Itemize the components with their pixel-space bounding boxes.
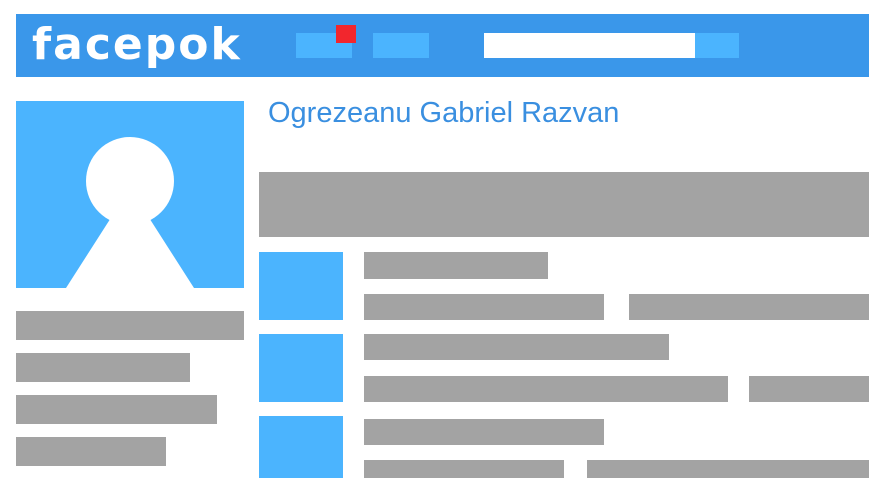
profile-info-line — [16, 395, 217, 424]
profile-info-line — [16, 437, 166, 466]
feed-item-thumbnail[interactable] — [259, 416, 343, 478]
app-logo[interactable]: facepok — [32, 17, 242, 73]
feed-item-title-line — [364, 252, 548, 279]
profile-name[interactable]: Ogrezeanu Gabriel Razvan — [268, 96, 619, 130]
feed-item-title-line — [364, 334, 669, 360]
feed-item-text-line — [749, 376, 869, 402]
notification-badge[interactable] — [336, 25, 356, 43]
user-silhouette-icon — [66, 137, 194, 288]
search-input[interactable] — [484, 33, 695, 58]
feed-item-thumbnail[interactable] — [259, 252, 343, 320]
status-composer[interactable] — [259, 172, 869, 237]
search-button[interactable] — [695, 33, 739, 58]
profile-avatar[interactable] — [16, 101, 244, 288]
nav-button-messages[interactable] — [373, 33, 429, 58]
feed-item-text-line — [587, 460, 869, 478]
feed-item-text-line — [629, 294, 869, 320]
feed-item-thumbnail[interactable] — [259, 334, 343, 402]
feed-item-text-line — [364, 294, 604, 320]
profile-info-line — [16, 311, 244, 340]
feed-item-title-line — [364, 419, 604, 445]
feed-item-text-line — [364, 460, 564, 478]
profile-info-line — [16, 353, 190, 382]
feed-item-text-line — [364, 376, 728, 402]
